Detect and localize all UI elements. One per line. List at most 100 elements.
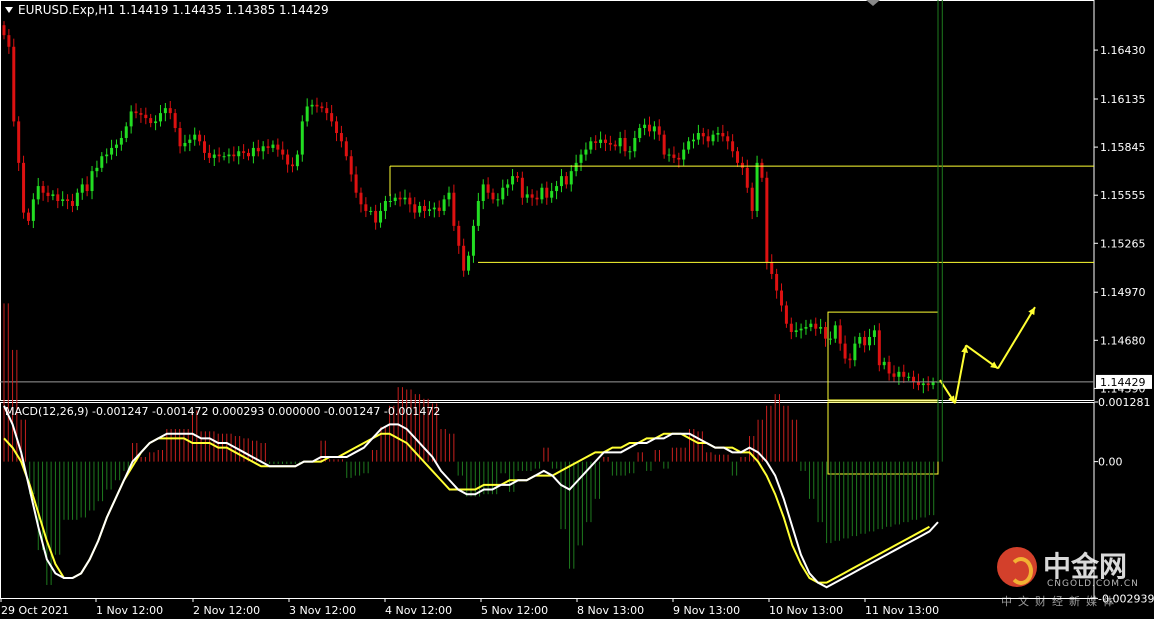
candle-bear [677, 157, 681, 160]
macd-tick-label: 0.001281 [1098, 396, 1151, 409]
candle-bear [491, 192, 495, 200]
candle-bull [418, 205, 422, 213]
candle-bear [359, 192, 363, 205]
candle-bear [22, 162, 26, 213]
candle-bull [667, 154, 671, 156]
candle-bear [736, 151, 740, 163]
watermark-logo-icon [997, 547, 1037, 587]
price-tick-label: 1.14970 [1100, 286, 1146, 299]
time-tick-label: 5 Nov 12:00 [481, 604, 548, 617]
price-tick-label: 1.15845 [1100, 141, 1146, 154]
candle-bull [403, 197, 407, 200]
candle-bear [892, 373, 896, 377]
candle-bull [467, 255, 471, 271]
candle-bull [447, 192, 451, 200]
candle-bear [26, 212, 30, 221]
candle-bear [408, 197, 412, 205]
time-tick-label: 10 Nov 13:00 [769, 604, 843, 617]
candle-bear [740, 162, 744, 168]
candle-bull [682, 149, 686, 160]
candle-bull [129, 111, 133, 127]
time-tick-label: 8 Nov 13:00 [577, 604, 644, 617]
symbol-header: EURUSD.Exp,H1 1.14419 1.14435 1.14385 1.… [18, 3, 329, 17]
candle-bull [716, 133, 720, 135]
candle-bear [41, 186, 45, 193]
candle-bear [784, 305, 788, 324]
candle-bull [525, 194, 529, 198]
candle-bull [442, 199, 446, 211]
macd-header: MACD(12,26,9) -0.001247 -0.001472 0.0002… [5, 405, 441, 418]
current-price-label: 1.14429 [1100, 376, 1146, 389]
candle-bear [423, 205, 427, 211]
candle-bull [872, 330, 876, 337]
candle-bear [335, 121, 339, 134]
candle-bear [780, 290, 784, 306]
candle-bull [188, 139, 192, 143]
time-tick-label: 4 Nov 12:00 [385, 604, 452, 617]
candle-bull [295, 154, 299, 167]
candle-bear [437, 207, 441, 211]
candle-bear [863, 336, 867, 346]
candle-bear [247, 152, 251, 157]
candle-bull [799, 328, 803, 331]
candle-bear [613, 144, 617, 147]
candle-bear [354, 174, 358, 193]
candle-bear [173, 113, 177, 129]
candle-bull [95, 167, 99, 172]
candle-bear [398, 197, 402, 200]
candle-bear [912, 376, 916, 382]
candle-bear [202, 141, 206, 153]
candle-bear [770, 262, 774, 274]
candle-bull [638, 128, 642, 138]
chart-canvas[interactable]: 1.16430 1.16135 1.15845 1.15555 1.15265 1.149… [0, 0, 1154, 619]
candle-bull [300, 121, 304, 155]
candle-bear [139, 113, 143, 115]
watermark: 中金网 CNGOLD.COM.CN 中文财经新媒体 [995, 545, 1145, 615]
candle-bull [271, 144, 275, 148]
candle-bull [555, 186, 559, 192]
candle-bull [154, 121, 158, 124]
candle-bear [594, 141, 598, 143]
macd-tick-label: 0.00 [1098, 456, 1123, 469]
price-tick-label: 1.14680 [1100, 334, 1146, 347]
candle-bear [457, 225, 461, 246]
candle-bear [330, 113, 334, 122]
candle-bull [51, 194, 55, 197]
candle-bull [383, 201, 387, 211]
candle-bear [315, 104, 319, 107]
zone-box-macd [827, 401, 939, 475]
candle-bear [515, 176, 519, 178]
time-tick-label: 9 Nov 13:00 [673, 604, 740, 617]
candle-bear [765, 177, 769, 263]
candle-bear [824, 327, 828, 339]
price-tick-label: 1.16430 [1100, 44, 1146, 57]
candle-bear [349, 156, 353, 175]
price-tick-label: 1.15265 [1100, 237, 1146, 250]
candle-bull [251, 147, 255, 157]
candle-bear [731, 141, 735, 152]
candle-bull [691, 139, 695, 142]
time-tick-label: 3 Nov 12:00 [289, 604, 356, 617]
candle-bull [511, 176, 515, 185]
candle-bull [476, 201, 480, 226]
time-tick-label: 1 Nov 12:00 [96, 604, 163, 617]
candle-bear [291, 164, 295, 167]
candle-bull [599, 139, 603, 143]
candle-bear [286, 154, 290, 165]
candle-bull [212, 154, 216, 158]
candle-bull [36, 186, 40, 200]
candle-bear [848, 358, 852, 361]
candle-bull [569, 171, 573, 185]
candle-bull [369, 210, 373, 212]
candle-bull [61, 199, 65, 201]
candle-bull [310, 104, 314, 107]
chart-menu-triangle-icon[interactable] [5, 7, 13, 13]
candle-bull [237, 151, 241, 157]
candle-bull [388, 201, 392, 202]
candle-bull [193, 134, 197, 140]
candle-bull [158, 113, 162, 122]
candle-bull [261, 146, 265, 152]
candle-bull [75, 192, 79, 206]
candle-bull [574, 162, 578, 172]
time-tick-label: 2 Nov 12:00 [193, 604, 260, 617]
